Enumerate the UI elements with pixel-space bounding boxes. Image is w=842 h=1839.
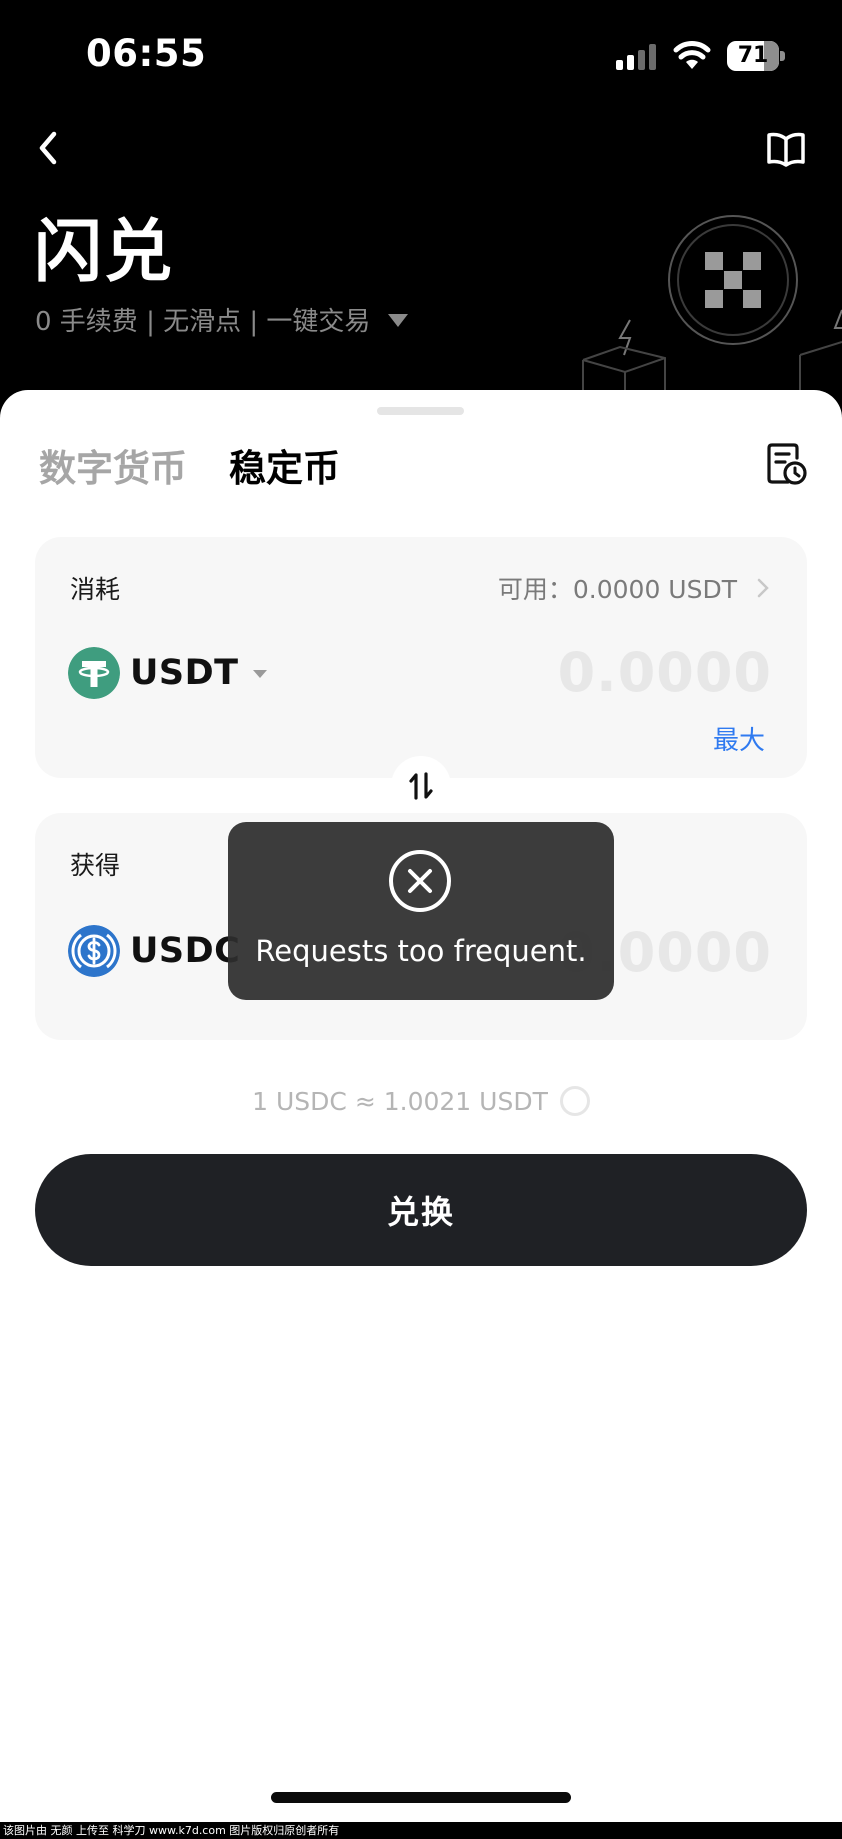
receive-label: 获得 (70, 851, 121, 880)
pay-label: 消耗 (70, 575, 121, 604)
cellular-signal-icon (616, 44, 656, 70)
toast-message: Requests too frequent. (255, 934, 587, 968)
swap-direction-button[interactable] (391, 756, 451, 816)
swap-arrows-icon (409, 772, 433, 800)
usdt-icon (68, 647, 120, 699)
caret-down-icon (252, 670, 267, 678)
exchange-rate: 1 USDC ≈ 1.0021 USDT (0, 1086, 842, 1116)
battery-level: 71 (737, 43, 769, 68)
guide-book-icon[interactable] (766, 131, 806, 167)
pay-token-name: USDT (130, 653, 239, 693)
battery-indicator: 71 (727, 41, 785, 71)
back-arrow-icon[interactable] (36, 130, 60, 166)
chevron-right-icon (757, 578, 769, 598)
exchange-button[interactable]: 兑换 (35, 1154, 807, 1266)
exchange-rate-text: 1 USDC ≈ 1.0021 USDT (252, 1086, 548, 1116)
history-icon[interactable] (766, 442, 808, 486)
wifi-icon (673, 41, 711, 69)
tab-stablecoin[interactable]: 稳定币 (229, 438, 340, 492)
close-circle-icon (389, 850, 451, 912)
pay-token-selector[interactable]: USDT (68, 647, 267, 699)
error-toast: Requests too frequent. (228, 822, 614, 1000)
caret-down-icon (388, 314, 409, 327)
usdc-icon (68, 925, 120, 977)
receive-token-selector[interactable]: USDC (68, 925, 240, 977)
page-title: 闪兑 (34, 213, 175, 292)
status-time: 06:55 (86, 32, 207, 75)
pay-card: 消耗 可用：0.0000 USDT USDT 0.0000 最大 (35, 537, 807, 778)
receive-token-name: USDC (130, 931, 241, 971)
app-screen: 06:55 71 闪兑 0 手续费 | 无滑点 | 一键交易 数字货币 稳定币 … (0, 0, 842, 1839)
watermark-text: 该图片由 无颜 上传至 科学刀 www.k7d.com 图片版权归原创者所有 (0, 1822, 842, 1839)
max-button[interactable]: 最大 (713, 720, 765, 757)
available-balance-text: 可用：0.0000 USDT (497, 575, 737, 604)
pay-amount-input[interactable]: 0.0000 (558, 641, 772, 704)
available-balance[interactable]: 可用：0.0000 USDT (498, 570, 769, 606)
swap-sheet: 数字货币 稳定币 消耗 可用：0.0000 USDT USDT 0.0000 最… (0, 390, 842, 1839)
home-indicator (271, 1792, 571, 1803)
okx-logo-illustration (582, 215, 842, 400)
subtitle-dropdown[interactable]: 0 手续费 | 无滑点 | 一键交易 (35, 301, 409, 338)
refresh-countdown-icon (559, 1086, 590, 1116)
tab-crypto[interactable]: 数字货币 (39, 438, 187, 492)
sheet-grabber[interactable] (377, 407, 464, 415)
subtitle-text: 0 手续费 | 无滑点 | 一键交易 (35, 307, 371, 337)
